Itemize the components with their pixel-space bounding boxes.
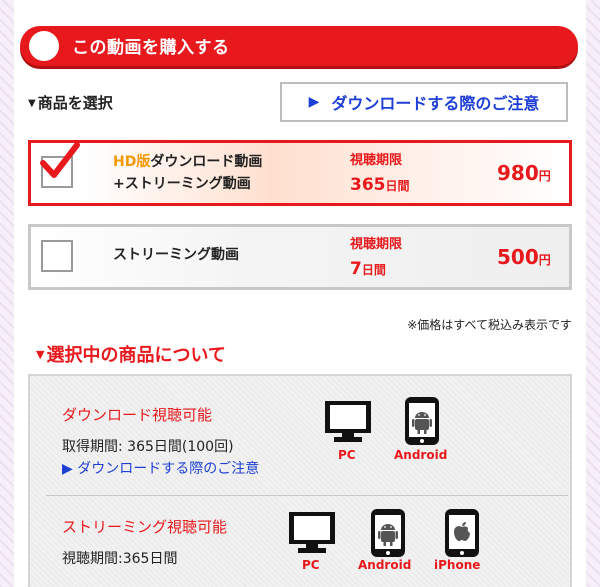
price-value: 980 [497,161,539,185]
device-label: Android [394,448,448,462]
tax-note: ※価格はすべて税込み表示です [407,318,572,332]
option-period: 視聴期限 7日間 [350,233,402,282]
header-title: この動画を購入する [72,38,230,58]
option-name: HD版ダウンロード動画 +ストリーミング動画 [113,151,262,195]
option-hd-download-streaming[interactable]: HD版ダウンロード動画 +ストリーミング動画 視聴期限 365日間 980円 [28,140,572,206]
period-number: 365 [350,175,386,195]
hd-badge: HD版 [113,154,151,170]
checkmark-icon [40,142,80,178]
period-unit: 日間 [385,179,410,193]
triangle-down-icon: ▼ [28,98,36,109]
price-value: 500 [497,245,539,269]
period-label: 視聴期限 [350,153,403,168]
option-name-line2: +ストリーミング動画 [113,176,251,192]
streaming-period: 視聴期間:365日間 [62,551,178,567]
selected-info-text: 選択中の商品について [46,345,226,366]
row-divider [46,495,568,496]
android-phone-icon [405,397,439,445]
selected-info-box: ダウンロード視聴可能 取得期間: 365日間(100回) ▶ ダウンロードする際… [28,374,572,587]
purchase-header: この動画を購入する [20,26,578,66]
period-value: 365日間 [350,173,410,198]
product-select-text: 商品を選択 [37,94,113,112]
option-streaming[interactable]: ストリーミング動画 視聴期限 7日間 500円 [28,224,572,290]
device-label: PC [302,558,320,572]
download-notice-link-text: ダウンロードする際のご注意 [77,461,260,477]
period-value: 7日間 [350,257,402,282]
iphone-icon [445,509,479,557]
download-period: 取得期間: 365日間(100回) [62,439,234,455]
option-name-line1: ダウンロード動画 [150,154,263,170]
device-label: PC [338,448,356,462]
device-label: iPhone [434,558,481,572]
triangle-down-icon: ▼ [36,348,45,361]
purchase-panel: この動画を購入する ▼ 商品を選択 ▶ ダウンロードする際のご注意 HD版ダウンロ… [14,0,586,587]
device-label: Android [358,558,412,572]
streaming-title: ストリーミング視聴可能 [62,518,228,536]
android-phone-icon [371,509,405,557]
option-checkbox[interactable] [41,240,73,272]
option-price: 500円 [497,245,551,269]
play-triangle-icon: ▶ [62,461,78,477]
pc-monitor-icon [325,401,371,442]
play-triangle-icon: ▶ [308,94,320,110]
period-unit: 日間 [361,263,386,277]
price-currency: 円 [538,253,551,267]
product-select-label: ▼ 商品を選択 [28,92,113,113]
option-price: 980円 [497,161,551,185]
price-currency: 円 [538,169,551,183]
option-period: 視聴期限 365日間 [350,149,410,198]
download-notice-button[interactable]: ▶ ダウンロードする際のご注意 [280,82,568,122]
pc-monitor-icon [289,512,335,553]
option-name: ストリーミング動画 [113,244,239,266]
circle-icon [29,31,59,61]
period-label: 視聴期限 [350,237,403,252]
period-number: 7 [350,259,362,279]
download-notice-label: ダウンロードする際のご注意 [331,94,540,113]
option-name-line1: ストリーミング動画 [113,247,239,263]
download-title: ダウンロード視聴可能 [62,406,213,424]
selected-info-title: ▼ 選択中の商品について [36,341,226,367]
download-notice-link[interactable]: ▶ ダウンロードする際のご注意 [62,458,259,478]
